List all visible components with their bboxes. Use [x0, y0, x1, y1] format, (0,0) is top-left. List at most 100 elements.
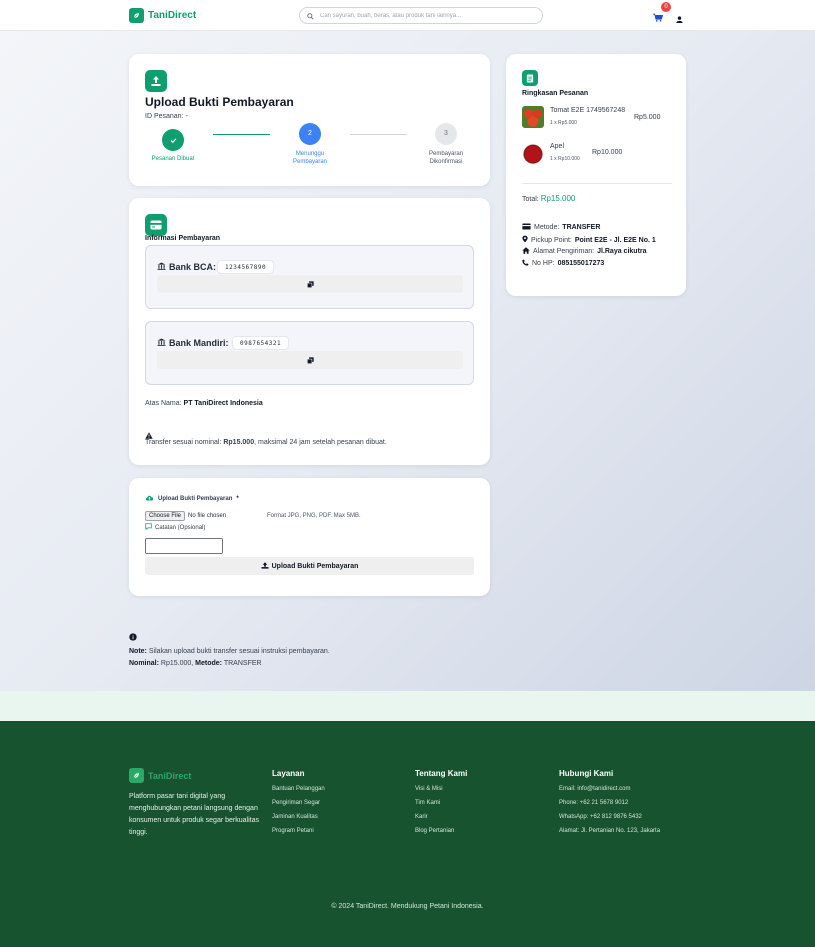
page-title: Upload Bukti Pembayaran — [145, 95, 294, 109]
order-summary-card: Ringkasan Pesanan Tomat E2E 1749567248 1… — [506, 54, 686, 296]
phone-icon — [522, 259, 529, 268]
footer-description: Platform pasar tani digital yang menghub… — [129, 793, 259, 836]
step-connector — [213, 134, 270, 135]
note-line: Note: Silakan upload bukti transfer sesu… — [129, 647, 330, 655]
note-summary-line: Nominal: Rp15.000, Metode: TRANSFER — [129, 659, 262, 667]
search-input[interactable] — [320, 12, 530, 19]
payment-info-card: Informasi Pembayaran Bank BCA: 123456789… — [129, 198, 490, 465]
summary-title: Ringkasan Pesanan — [522, 90, 589, 97]
user-icon — [676, 10, 683, 27]
site-footer: TaniDirect Platform pasar tani digital y… — [0, 721, 815, 947]
search-bar[interactable] — [299, 7, 543, 24]
brand-name: TaniDirect — [148, 10, 197, 21]
leaf-logo-icon — [129, 768, 144, 783]
bca-account-number: 1234567890 — [217, 260, 275, 274]
footer-column-hubungi: Hubungi Kami Email: info@tanidirect.com … — [559, 769, 660, 842]
shipping-address: Alamat Pengiriman: Jl.Raya cikutra — [522, 247, 647, 256]
upload-icon — [145, 70, 167, 92]
footer-link[interactable]: Blog Pertanian — [415, 828, 467, 834]
mandiri-account-number: 0987654321 — [232, 336, 290, 350]
footer-link[interactable]: Jaminan Kualitas — [272, 814, 325, 820]
footer-link[interactable]: Bantuan Pelanggan — [272, 786, 325, 792]
footer-contact-email[interactable]: Email: info@tanidirect.com — [559, 786, 660, 792]
item-qty: 1 x Rp10.000 — [550, 156, 580, 162]
footer-column-title: Tentang Kami — [415, 769, 468, 778]
footer-column-title: Hubungi Kami — [559, 769, 614, 778]
footer-contact-phone[interactable]: Phone: +62 21 5678 9012 — [559, 800, 660, 806]
footer-brand[interactable]: TaniDirect — [129, 768, 191, 783]
step-label: Pembayaran Dikonfirmasi — [428, 151, 464, 166]
file-status: No file chosen — [188, 513, 227, 519]
step-payment-confirmed: 3 Pembayaran Dikonfirmasi — [416, 123, 476, 167]
file-input[interactable]: Choose File No file chosen — [145, 511, 226, 521]
item-price: Rp10.000 — [592, 149, 623, 156]
step-number: 3 — [435, 123, 457, 145]
copy-bca-button[interactable] — [157, 275, 463, 293]
step-label: Menunggu Pembayaran — [292, 151, 328, 166]
footer-link[interactable]: Program Petani — [272, 828, 325, 834]
tomato-product-image — [522, 106, 544, 128]
bank-bca-label: Bank BCA: — [157, 262, 216, 272]
bank-mandiri-box: Bank Mandiri: 0987654321 — [145, 321, 474, 385]
footer-column-title: Layanan — [272, 769, 305, 778]
notes-textarea[interactable] — [145, 538, 223, 554]
user-menu-button[interactable] — [676, 10, 683, 28]
choose-file-button[interactable]: Choose File — [145, 511, 186, 521]
summary-item: Tomat E2E 1749567248 1 x Rp5.000 Rp5.000 — [522, 106, 672, 136]
account-holder: Atas Nama: PT TaniDirect Indonesia — [145, 400, 263, 407]
footer-column-tentang: Tentang Kami Visi & Misi Tim Kami Karir … — [415, 769, 467, 842]
cloud-upload-icon — [145, 494, 154, 503]
footer-link[interactable]: Karir — [415, 814, 467, 820]
copy-icon — [306, 275, 314, 293]
payment-method: Metode: TRANSFER — [522, 223, 600, 232]
step-number: 2 — [299, 123, 321, 145]
step-order-created: Pesanan Dibuat — [143, 129, 203, 162]
order-id: ID Pesanan: - — [145, 113, 188, 120]
cart-icon — [653, 9, 664, 26]
leaf-logo-icon — [129, 8, 144, 23]
map-pin-icon — [522, 235, 528, 245]
upload-icon — [261, 561, 269, 571]
bank-mandiri-label: Bank Mandiri: — [157, 338, 229, 348]
footer-contact-address: Alamat: Jl. Pertanian No. 123, Jakarta — [559, 828, 661, 834]
copy-mandiri-button[interactable] — [157, 351, 463, 369]
footer-column-layanan: Layanan Bantuan Pelanggan Pengiriman Seg… — [272, 769, 325, 842]
summary-item: Apel 1 x Rp10.000 Rp10.000 — [522, 142, 672, 172]
footer-link[interactable]: Pengiriman Segar — [272, 800, 325, 806]
brand-logo[interactable]: TaniDirect — [129, 8, 196, 23]
footer-brand-name: TaniDirect — [148, 770, 192, 781]
search-icon — [307, 7, 314, 25]
credit-card-icon — [522, 223, 531, 232]
info-icon — [129, 633, 330, 646]
payment-info-title: Informasi Pembayaran — [145, 235, 221, 242]
copy-icon — [306, 351, 314, 369]
item-price: Rp5.000 — [634, 114, 661, 121]
copyright: © 2024 TaniDirect. Mendukung Petani Indo… — [331, 903, 484, 910]
check-icon — [162, 129, 184, 151]
step-label: Pesanan Dibuat — [151, 156, 195, 162]
pickup-point: Pickup Point: Point E2E - Jl. E2E No. 1 — [522, 235, 656, 245]
payment-note: Note: Silakan upload bukti transfer sesu… — [129, 633, 330, 670]
phone-number: No HP: 085155017273 — [522, 259, 604, 268]
bank-icon — [157, 262, 166, 272]
cart-count-badge: 0 — [661, 2, 671, 12]
step-connector — [350, 134, 407, 135]
footer-link[interactable]: Tim Kami — [415, 800, 467, 806]
item-qty: 1 x Rp5.000 — [550, 120, 577, 126]
receipt-icon — [522, 70, 538, 86]
cart-button[interactable]: 0 — [653, 2, 671, 27]
footer-link[interactable]: Visi & Misi — [415, 786, 467, 792]
transfer-instruction: Transfer sesuai nominal: Rp15.000, maksi… — [145, 439, 387, 446]
home-icon — [522, 247, 530, 256]
footer-band — [0, 691, 815, 721]
upload-submit-button[interactable]: Upload Bukti Pembayaran — [145, 557, 474, 575]
format-hint: Format JPG, PNG, PDF. Max 5MB. — [267, 513, 361, 519]
bank-icon — [157, 338, 166, 348]
notes-label: Catatan (Opsional) — [145, 523, 205, 532]
summary-divider — [522, 183, 672, 184]
upload-field-label: Upload Bukti Pembayaran * — [145, 494, 239, 503]
footer-contact-whatsapp[interactable]: WhatsApp: +62 812 9876 5432 — [559, 814, 660, 820]
upload-header-card: Upload Bukti Pembayaran ID Pesanan: - Pe… — [129, 54, 490, 186]
item-name: Apel — [550, 143, 565, 150]
comment-icon — [145, 523, 152, 532]
